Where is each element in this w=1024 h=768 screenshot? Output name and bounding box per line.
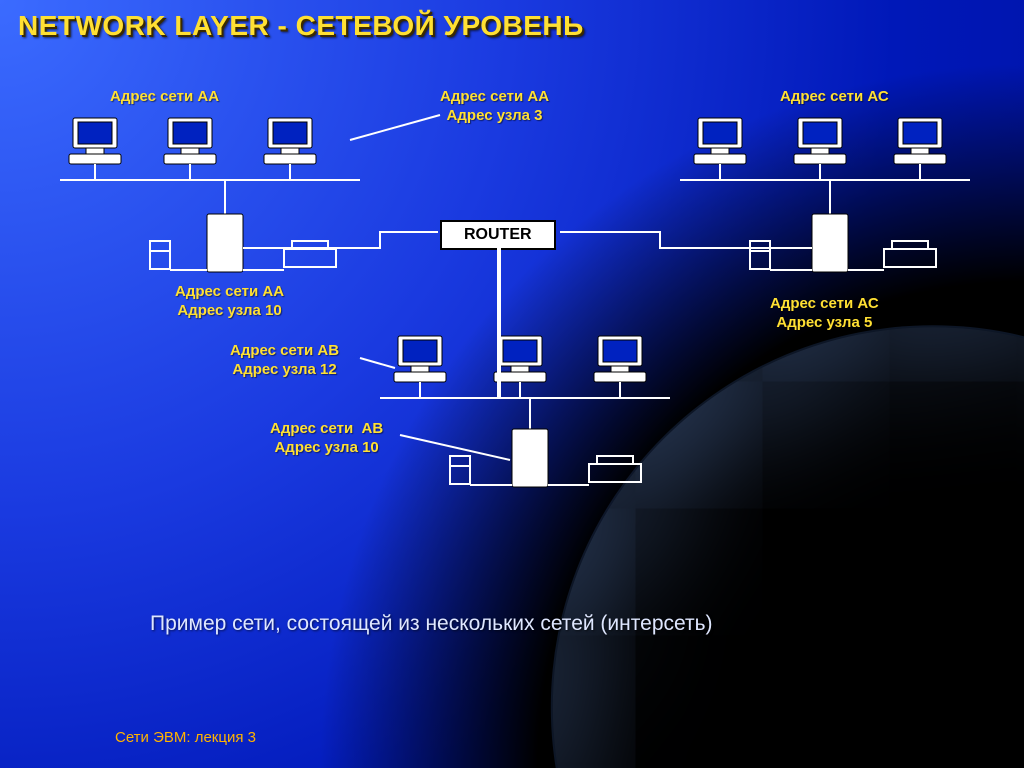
workstation-icon <box>894 118 946 164</box>
label-ac-top: Адрес сети АС <box>780 88 889 107</box>
network-ab <box>380 336 670 487</box>
workstation-icon <box>594 336 646 382</box>
label-aa-node3: Адрес сети АА Адрес узла 3 <box>440 88 549 126</box>
slide-footer: Сети ЭВМ: лекция 3 <box>115 729 256 746</box>
workstation-icon <box>164 118 216 164</box>
network-ac <box>680 118 970 272</box>
slide-title: NETWORK LAYER - СЕТЕВОЙ УРОВЕНЬ <box>18 10 584 42</box>
label-aa-node10: Адрес сети АА Адрес узла 10 <box>175 283 284 321</box>
slide: NETWORK LAYER - СЕТЕВОЙ УРОВЕНЬ Адрес се… <box>0 0 1024 768</box>
workstation-icon <box>264 118 316 164</box>
workstation-icon <box>394 336 446 382</box>
slide-caption: Пример сети, состоящей из нескольких сет… <box>150 612 713 636</box>
server-icon <box>207 214 243 272</box>
label-ab-node10: Адрес сети АВ Адрес узла 10 <box>270 420 383 458</box>
workstation-icon <box>794 118 846 164</box>
server-icon <box>812 214 848 272</box>
peripheral-icon <box>150 241 170 269</box>
decorative-arc <box>553 327 1024 768</box>
printer-icon <box>884 241 936 267</box>
printer-icon <box>284 241 336 267</box>
workstation-icon <box>494 336 546 382</box>
label-ac-node5: Адрес сети АС Адрес узла 5 <box>770 295 879 333</box>
router-box: ROUTER <box>440 220 556 250</box>
workstation-icon <box>69 118 121 164</box>
peripheral-icon <box>450 456 470 484</box>
workstation-icon <box>694 118 746 164</box>
server-icon <box>512 429 548 487</box>
label-aa-top: Адрес сети АА <box>110 88 219 107</box>
peripheral-icon <box>750 241 770 269</box>
printer-icon <box>589 456 641 482</box>
network-aa <box>60 115 440 272</box>
label-ab-node12: Адрес сети АВ Адрес узла 12 <box>230 342 339 380</box>
